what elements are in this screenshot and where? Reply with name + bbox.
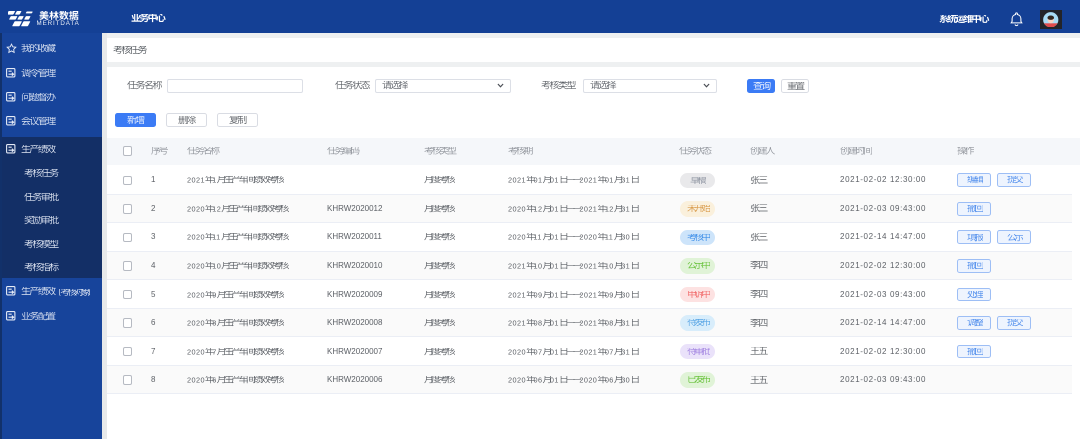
svg-text:2020: 2020 [508, 376, 526, 384]
svg-text:2021: 2021 [579, 176, 597, 184]
svg-text:07: 07 [604, 348, 613, 356]
svg-text:2021: 2021 [508, 319, 526, 327]
svg-text:2021: 2021 [579, 291, 597, 299]
svg-text:2020: 2020 [579, 376, 597, 384]
svg-text:2020: 2020 [187, 262, 205, 270]
svg-text:2021: 2021 [187, 176, 205, 184]
svg-text:10: 10 [533, 262, 542, 270]
svg-text:2021: 2021 [579, 205, 597, 213]
svg-text:8: 8 [212, 319, 216, 327]
svg-text:01: 01 [549, 262, 558, 270]
svg-text:2020: 2020 [187, 376, 205, 384]
svg-text:2020: 2020 [187, 205, 205, 213]
svg-text:12: 12 [533, 205, 542, 213]
svg-text:08: 08 [533, 319, 542, 327]
svg-text:01: 01 [533, 176, 542, 184]
svg-text:11: 11 [212, 233, 220, 241]
svg-text:31: 31 [621, 319, 630, 327]
svg-text:01: 01 [549, 319, 558, 327]
svg-text:2020: 2020 [187, 348, 205, 356]
svg-text:06: 06 [533, 376, 542, 384]
svg-text:31: 31 [621, 348, 630, 356]
svg-text:30: 30 [621, 291, 630, 299]
svg-text:01: 01 [604, 176, 613, 184]
svg-text:08: 08 [604, 319, 613, 327]
svg-text:01: 01 [549, 176, 558, 184]
svg-text:2020: 2020 [187, 291, 205, 299]
svg-text:11: 11 [533, 233, 541, 241]
svg-text:2021: 2021 [508, 176, 526, 184]
svg-text:10: 10 [604, 262, 613, 270]
svg-text:30: 30 [621, 376, 630, 384]
svg-text:09: 09 [604, 291, 613, 299]
svg-text:06: 06 [604, 376, 613, 384]
svg-text:2021: 2021 [579, 262, 597, 270]
svg-text:07: 07 [533, 348, 542, 356]
svg-text:2021: 2021 [508, 291, 526, 299]
svg-text:30: 30 [621, 233, 630, 241]
svg-text:31: 31 [621, 176, 630, 184]
svg-text:2020: 2020 [508, 205, 526, 213]
svg-text:01: 01 [549, 205, 558, 213]
svg-text:2020: 2020 [508, 348, 526, 356]
svg-text:6: 6 [212, 376, 216, 384]
svg-text:01: 01 [549, 348, 558, 356]
svg-text:2020: 2020 [187, 319, 205, 327]
svg-text:2021: 2021 [579, 319, 597, 327]
svg-text:31: 31 [621, 205, 630, 213]
svg-text:9: 9 [212, 291, 216, 299]
svg-text:09: 09 [533, 291, 542, 299]
svg-text:01: 01 [549, 233, 558, 241]
svg-text:7: 7 [212, 348, 216, 356]
svg-text:01: 01 [549, 291, 558, 299]
svg-text:12: 12 [604, 205, 613, 213]
svg-text:2021: 2021 [579, 348, 597, 356]
svg-text:1: 1 [212, 176, 216, 184]
svg-text:01: 01 [549, 376, 558, 384]
svg-text:2021: 2021 [508, 262, 526, 270]
svg-text:11: 11 [604, 233, 612, 241]
svg-text:2020: 2020 [579, 233, 597, 241]
svg-text:12: 12 [212, 205, 221, 213]
svg-text:10: 10 [212, 262, 221, 270]
svg-text:2020: 2020 [187, 233, 205, 241]
svg-text:31: 31 [621, 262, 630, 270]
svg-text:2020: 2020 [508, 233, 526, 241]
